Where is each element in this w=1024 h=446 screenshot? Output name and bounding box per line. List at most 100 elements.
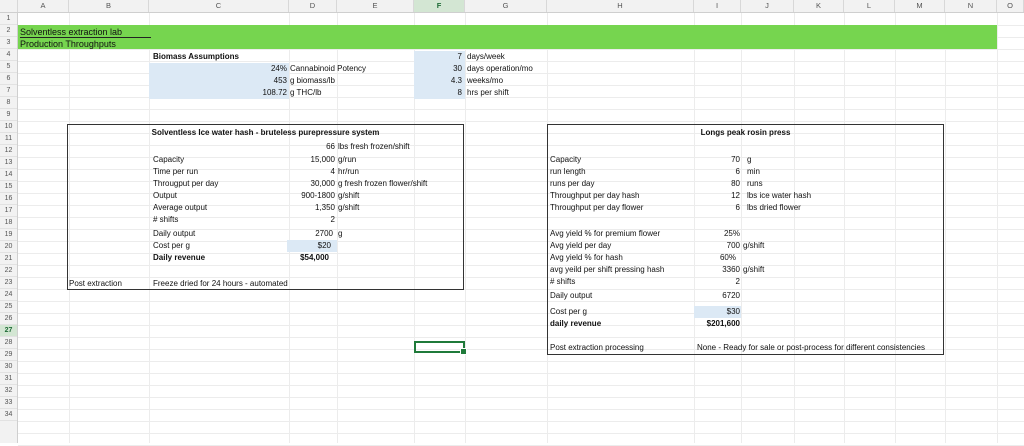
row-gridline <box>18 373 1024 374</box>
row-header[interactable]: 21 <box>0 253 17 265</box>
row-gridline <box>18 397 1024 398</box>
icewater-post-value: Freeze dried for 24 hours - automated <box>153 279 288 288</box>
icewater-row-unit: g fresh frozen flower/shift <box>338 179 428 188</box>
row-header[interactable]: 29 <box>0 349 17 361</box>
rosin-row-value: 6720 <box>722 291 740 300</box>
select-all-corner[interactable] <box>0 0 18 12</box>
rosin-row-label: Avg yield % for premium flower <box>550 229 661 238</box>
column-header-d[interactable]: D <box>289 0 337 12</box>
row-header[interactable]: 16 <box>0 193 17 205</box>
column-header-k[interactable]: K <box>794 0 844 12</box>
row-header[interactable]: 19 <box>0 229 17 241</box>
rosin-row-value: 80 <box>731 179 740 188</box>
column-header-n[interactable]: N <box>945 0 997 12</box>
row-header-bar: 1 2 3 4 5 6 7 8 9 10 11 12 13 14 15 16 1… <box>0 13 18 443</box>
row-header[interactable]: 23 <box>0 277 17 289</box>
row-gridline <box>18 433 1024 434</box>
rosin-row-value: 2 <box>735 277 740 286</box>
column-header-h[interactable]: H <box>547 0 694 12</box>
icewater-row-unit: g <box>338 229 343 238</box>
column-header-a[interactable]: A <box>18 0 69 12</box>
biomass-grams-label: g biomass/lb <box>290 76 335 85</box>
icewater-row-label: Time per run <box>153 167 199 176</box>
row-header[interactable]: 15 <box>0 181 17 193</box>
row-header[interactable]: 4 <box>0 49 17 61</box>
rosin-row-value: 6 <box>735 203 740 212</box>
column-header-i[interactable]: I <box>694 0 741 12</box>
icewater-row-label: Daily revenue <box>153 253 206 262</box>
header-band <box>18 25 997 49</box>
row-header[interactable]: 14 <box>0 169 17 181</box>
icewater-row-value: 15,000 <box>310 155 335 164</box>
row-header[interactable]: 13 <box>0 157 17 169</box>
schedule-days-week-value: 7 <box>457 52 462 61</box>
icewater-cost-value[interactable]: $20 <box>269 240 331 252</box>
rosin-row-unit: lbs ice water hash <box>747 191 812 200</box>
rosin-row-value: 25% <box>723 229 740 238</box>
icewater-row-value: 1,350 <box>314 203 335 212</box>
row-header[interactable]: 5 <box>0 61 17 73</box>
schedule-hours-value: 8 <box>457 88 462 97</box>
row-header[interactable]: 17 <box>0 205 17 217</box>
column-header-e[interactable]: E <box>337 0 414 12</box>
active-cell-selection[interactable] <box>414 341 467 355</box>
rosin-row-value: 6 <box>735 167 740 176</box>
row-header[interactable]: 9 <box>0 109 17 121</box>
rosin-row-label: daily revenue <box>550 319 602 328</box>
column-header-o[interactable]: O <box>997 0 1024 12</box>
row-gridline <box>18 109 1024 110</box>
row-header[interactable]: 34 <box>0 409 17 421</box>
biomass-thc-value: 108.72 <box>262 88 287 97</box>
row-header[interactable]: 28 <box>0 337 17 349</box>
row-header[interactable]: 3 <box>0 37 17 49</box>
row-header[interactable]: 32 <box>0 385 17 397</box>
schedule-hours-label: hrs per shift <box>467 88 509 97</box>
row-header[interactable]: 33 <box>0 397 17 409</box>
icewater-row-value: 4 <box>330 167 335 176</box>
rosin-cost-value[interactable]: $30 <box>694 306 740 318</box>
row-header[interactable]: 6 <box>0 73 17 85</box>
row-header[interactable]: 31 <box>0 373 17 385</box>
row-header[interactable]: 1 <box>0 13 17 25</box>
row-header[interactable]: 12 <box>0 145 17 157</box>
row-header[interactable]: 26 <box>0 313 17 325</box>
row-gridline <box>18 421 1024 422</box>
row-header[interactable]: 7 <box>0 85 17 97</box>
sheet-subtitle: Production Throughputs <box>20 39 116 49</box>
schedule-weeks-value: 4.3 <box>450 76 462 85</box>
icewater-row-label: Output <box>153 191 178 200</box>
column-header-b[interactable]: B <box>69 0 149 12</box>
row-header[interactable]: 22 <box>0 265 17 277</box>
column-header-c[interactable]: C <box>149 0 289 12</box>
rosin-revenue-value: $201,600 <box>706 319 740 328</box>
icewater-row-label: Daily output <box>153 229 196 238</box>
column-header-bar: A B C D E F G H I J K L M N O <box>0 0 1024 13</box>
column-header-l[interactable]: L <box>844 0 895 12</box>
row-gridline <box>18 49 1024 50</box>
column-header-j[interactable]: J <box>741 0 794 12</box>
biomass-thc-label: g THC/lb <box>290 88 322 97</box>
row-header[interactable]: 11 <box>0 133 17 145</box>
icewater-row-label: # shifts <box>153 215 179 224</box>
row-header[interactable]: 10 <box>0 121 17 133</box>
icewater-row-label: Cost per g <box>153 241 190 250</box>
row-header[interactable]: 8 <box>0 97 17 109</box>
rosin-row-label: Cost per g <box>550 307 587 316</box>
column-header-g[interactable]: G <box>465 0 547 12</box>
row-header[interactable]: 25 <box>0 301 17 313</box>
column-header-m[interactable]: M <box>895 0 945 12</box>
row-header[interactable]: 24 <box>0 289 17 301</box>
fill-handle[interactable] <box>460 348 467 355</box>
column-header-f[interactable]: F <box>414 0 465 12</box>
rosin-row-label: Daily output <box>550 291 593 300</box>
row-header[interactable]: 18 <box>0 217 17 229</box>
icewater-top-value: 66 <box>326 142 335 151</box>
rosin-row-unit: g/shift <box>743 241 765 250</box>
rosin-row-label: avg yeild per shift pressing hash <box>550 265 665 274</box>
row-header[interactable]: 20 <box>0 241 17 253</box>
row-header[interactable]: 27 <box>0 325 17 337</box>
row-header[interactable]: 30 <box>0 361 17 373</box>
row-header[interactable]: 2 <box>0 25 17 37</box>
rosin-row-label: Throughput per day flower <box>550 203 644 212</box>
rosin-row-label: Avg yield % for hash <box>550 253 623 262</box>
